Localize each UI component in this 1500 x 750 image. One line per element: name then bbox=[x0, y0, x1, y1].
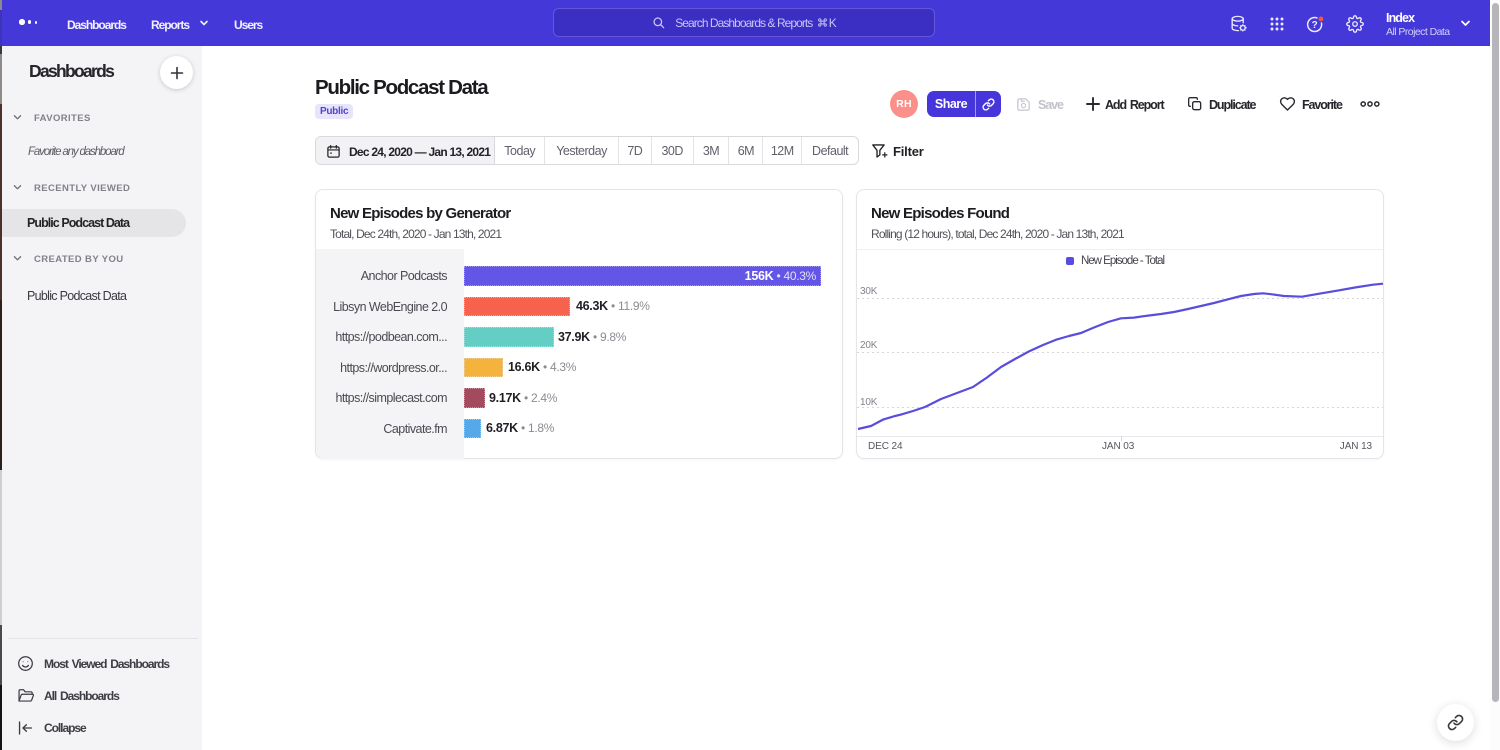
svg-text:?: ? bbox=[1312, 20, 1318, 31]
